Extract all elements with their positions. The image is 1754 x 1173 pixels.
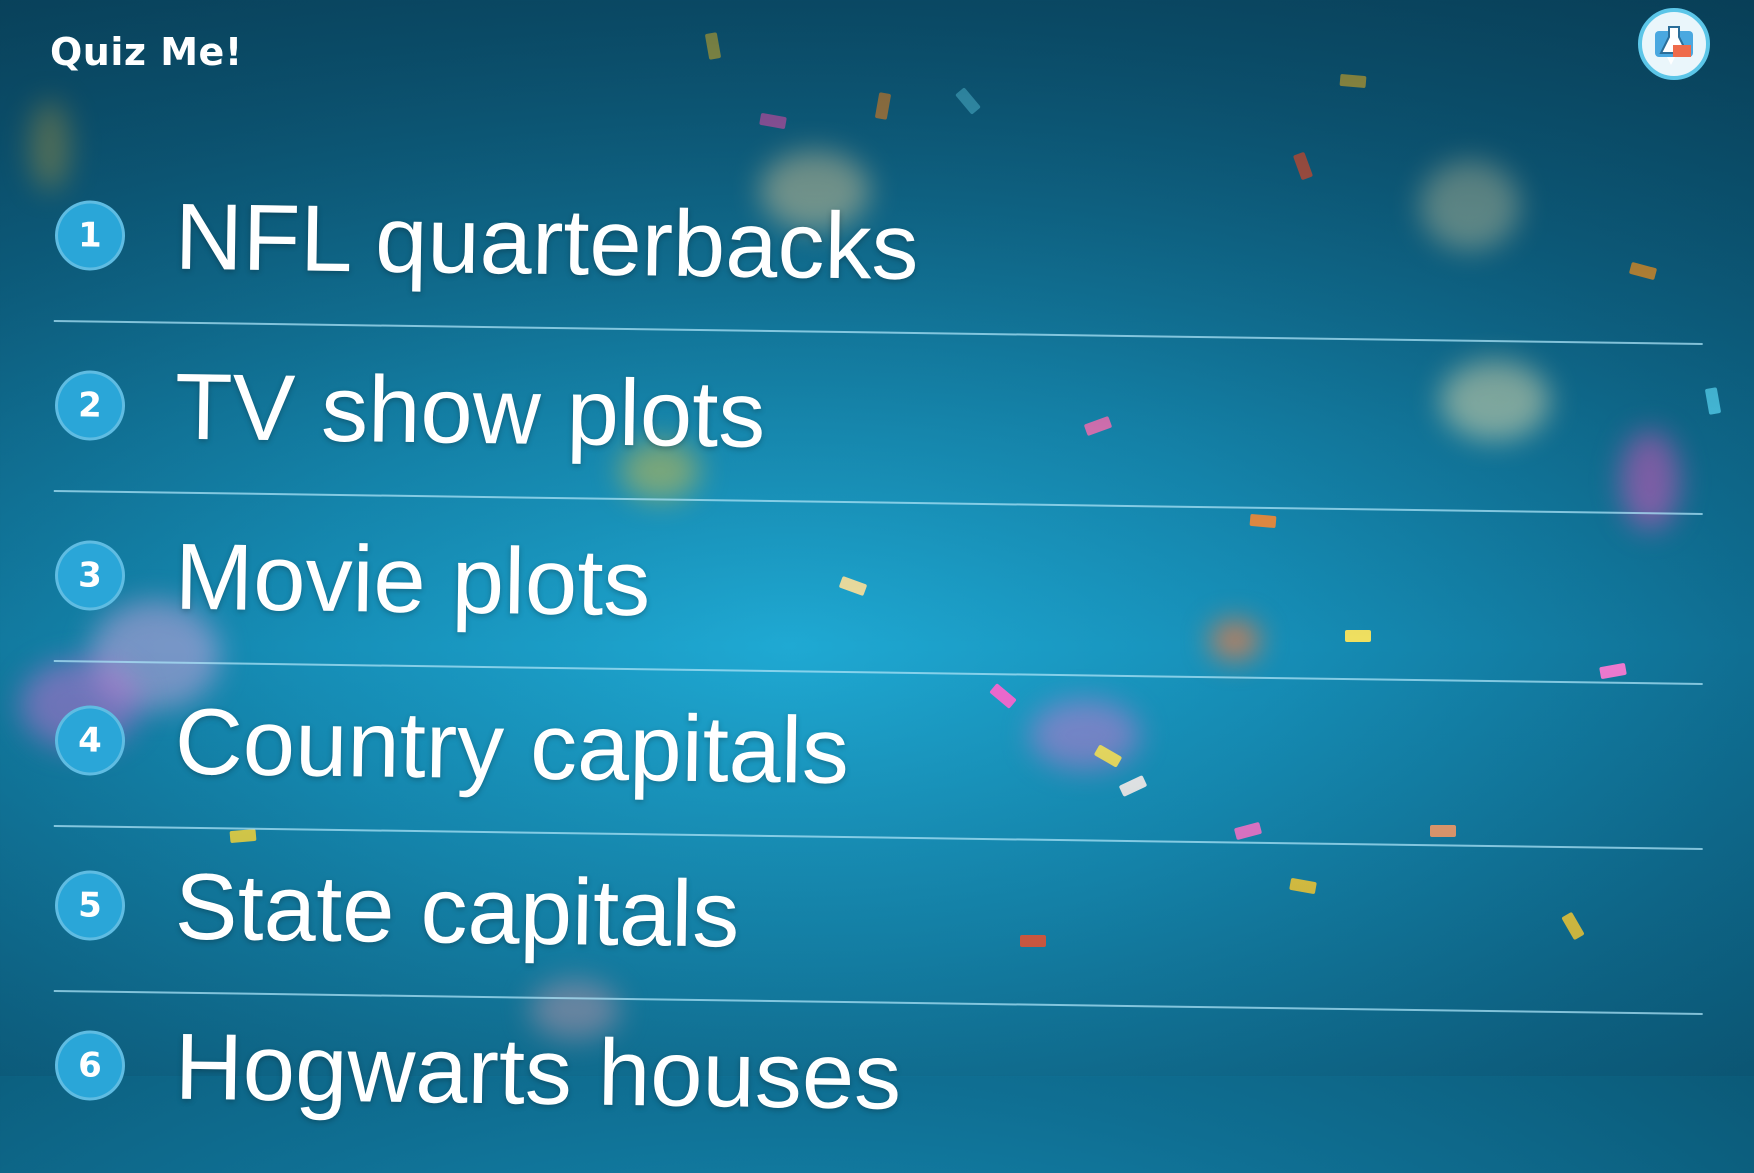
list-item-movie-plots[interactable]: 3 Movie plots — [53, 490, 1706, 686]
list-item-country-capitals[interactable]: 4 Country capitals — [53, 655, 1706, 851]
item-number-badge: 3 — [54, 540, 126, 611]
quiz-topic-list: 1 NFL quarterbacks 2 TV show plots 3 Mov… — [0, 0, 1754, 1129]
item-label: Hogwarts houses — [174, 1013, 902, 1129]
item-number-badge: 6 — [54, 1030, 126, 1101]
item-label: NFL quarterbacks — [174, 183, 920, 300]
item-label: TV show plots — [174, 353, 767, 467]
item-label: Country capitals — [174, 688, 850, 804]
item-number-badge: 1 — [54, 200, 126, 271]
item-label: State capitals — [174, 853, 741, 967]
item-number-badge: 5 — [54, 870, 126, 941]
list-item-hogwarts-houses[interactable]: 6 Hogwarts houses — [54, 980, 1705, 1173]
item-number-badge: 4 — [54, 705, 126, 776]
list-item-tv-show-plots[interactable]: 2 TV show plots — [53, 320, 1706, 516]
item-number-badge: 2 — [54, 370, 126, 441]
list-item-nfl-quarterbacks[interactable]: 1 NFL quarterbacks — [53, 150, 1706, 346]
item-label: Movie plots — [174, 523, 652, 636]
